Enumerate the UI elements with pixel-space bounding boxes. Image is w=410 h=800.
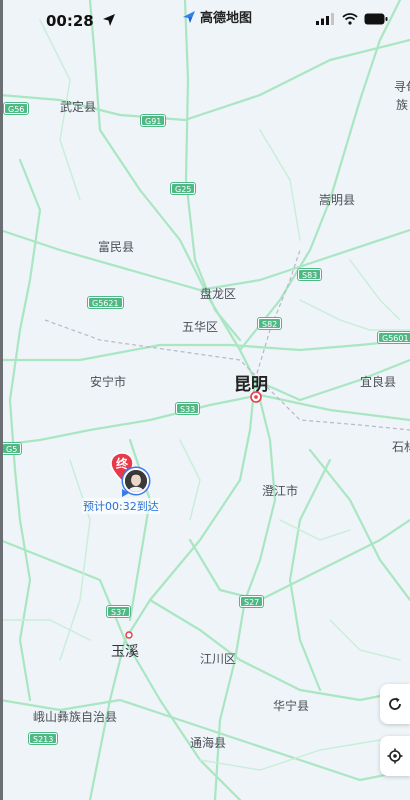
wifi-icon	[342, 13, 358, 25]
road-network	[0, 0, 410, 800]
place-label-chengjiang: 澄江市	[262, 484, 299, 498]
place-label-anning: 安宁市	[90, 375, 127, 389]
highway-shield-g5621: G5621	[88, 297, 123, 308]
locate-icon	[387, 748, 403, 764]
place-label-eshan: 峨山彝族自治县	[33, 710, 118, 724]
kunming-city-marker	[250, 391, 262, 403]
place-label-huaning: 华宁县	[273, 699, 310, 713]
battery-icon	[364, 13, 388, 25]
place-label-tonghai: 通海县	[190, 736, 227, 750]
highway-shield-g56: G56	[4, 103, 29, 114]
status-time: 00:28	[46, 12, 94, 30]
refresh-icon	[389, 697, 401, 710]
yuxi-city-marker	[125, 631, 133, 639]
highway-shield-s27: S27	[240, 596, 264, 607]
place-label-xundian: 寻甸	[394, 80, 410, 94]
place-label-shilin: 石林	[392, 440, 410, 454]
highway-shield-s83: S83	[298, 269, 322, 280]
place-label-jiangchuan: 江川区	[200, 652, 237, 666]
highway-shield-g5601: G5601	[378, 332, 410, 343]
place-label-yiliang: 宜良县	[360, 375, 397, 389]
location-services-icon	[103, 14, 115, 26]
highway-shield-s37: S37	[107, 606, 131, 617]
place-label-wuding: 武定县	[60, 100, 97, 114]
locate-me-button[interactable]	[380, 736, 410, 776]
cellular-signal-icon	[316, 13, 334, 25]
status-icons	[316, 13, 388, 25]
highway-shield-s33: S33	[176, 403, 200, 414]
amap-logo-icon	[183, 10, 195, 23]
map-canvas[interactable]: 武定县 寻甸 族 嵩明县 富民县 盘龙区 五华区 安宁市 昆明 宜良县 石林 澄…	[0, 0, 410, 800]
place-label-xundian-zu: 族	[396, 98, 409, 112]
city-label-yuxi: 玉溪	[111, 644, 139, 660]
place-label-wuhua: 五华区	[182, 320, 219, 334]
highway-shield-g91: G91	[141, 115, 166, 126]
app-brand-name: 高德地图	[200, 11, 253, 26]
highway-shield-g25: G25	[171, 183, 196, 194]
eta-label: 预计00:32到达	[82, 498, 160, 514]
highway-shield-g65: G5	[2, 443, 22, 454]
screen-edge	[0, 0, 3, 800]
status-bar: 00:28 高德地图	[0, 0, 410, 36]
place-label-panlong: 盘龙区	[200, 287, 237, 301]
refresh-button[interactable]	[380, 684, 410, 724]
highway-shield-s82: S82	[258, 318, 282, 329]
place-label-fumin: 富民县	[98, 240, 135, 254]
highway-shield-s213: S213	[29, 733, 58, 744]
place-label-songming: 嵩明县	[319, 193, 356, 207]
app-brand: 高德地图	[181, 7, 252, 26]
navigation-arrow-icon	[122, 489, 129, 497]
